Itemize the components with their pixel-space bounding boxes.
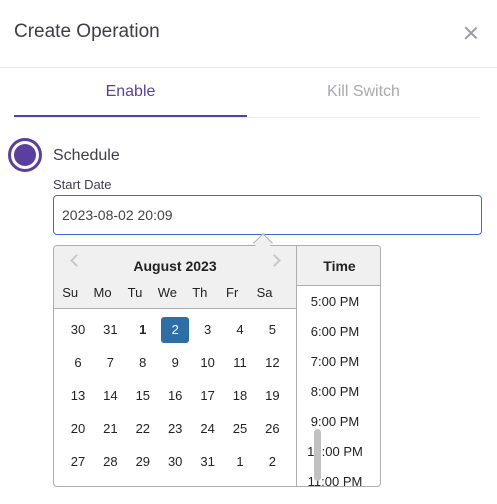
calendar-day[interactable]: 20 — [64, 416, 92, 442]
calendar-day[interactable]: 31 — [194, 449, 222, 475]
month-label: August 2023 — [133, 258, 217, 274]
calendar-day[interactable]: 6 — [64, 350, 92, 376]
calendar-day[interactable]: 10 — [194, 350, 222, 376]
calendar-day[interactable]: 15 — [129, 383, 157, 409]
tab-kill-switch[interactable]: Kill Switch — [247, 70, 480, 117]
start-date-label: Start Date — [53, 177, 112, 192]
calendar-day[interactable]: 11 — [226, 350, 254, 376]
calendar-day[interactable]: 8 — [129, 350, 157, 376]
next-month-icon[interactable] — [268, 252, 284, 268]
calendar-day[interactable]: 12 — [258, 350, 286, 376]
tab-bar: Enable Kill Switch — [14, 70, 480, 118]
calendar-day[interactable]: 1 — [226, 449, 254, 475]
time-list[interactable]: 5:00 PM 6:00 PM 7:00 PM 8:00 PM 9:00 PM 10:00… — [297, 287, 380, 486]
time-option[interactable]: 7:00 PM — [297, 347, 373, 377]
calendar-day[interactable]: 24 — [194, 416, 222, 442]
time-option[interactable]: 11:00 PM — [297, 467, 373, 486]
calendar-day[interactable]: 18 — [226, 383, 254, 409]
weekday-row: Su Mo Tu We Th Fr Sa — [54, 285, 296, 305]
calendar-day[interactable]: 2 — [258, 449, 286, 475]
radio-selected-dot — [14, 144, 36, 166]
calendar-day[interactable]: 14 — [96, 383, 124, 409]
time-option[interactable]: 9:00 PM — [297, 407, 373, 437]
weekday-label: Mo — [93, 285, 112, 300]
calendar-day[interactable]: 28 — [96, 449, 124, 475]
calendar-day[interactable]: 21 — [96, 416, 124, 442]
weekday-label: Su — [62, 285, 79, 300]
weekday-label: Fr — [226, 285, 239, 300]
calendar-day[interactable]: 2 — [161, 317, 190, 343]
calendar-day[interactable]: 16 — [161, 383, 189, 409]
calendar-day[interactable]: 1 — [129, 317, 157, 343]
calendar-day[interactable]: 26 — [258, 416, 286, 442]
calendar-header: August 2023 Su Mo Tu We Th Fr Sa — [54, 246, 296, 309]
calendar-day[interactable]: 31 — [96, 317, 124, 343]
dialog-title: Create Operation — [14, 21, 160, 42]
date-time-picker: August 2023 Su Mo Tu We Th Fr Sa 30 31 1 2 3 4 5 6 7 8 9… — [53, 245, 381, 487]
calendar-day[interactable]: 29 — [129, 449, 157, 475]
schedule-radio[interactable] — [8, 138, 42, 172]
weekday-label: Th — [192, 285, 208, 300]
calendar-day[interactable]: 5 — [258, 317, 286, 343]
schedule-label: Schedule — [53, 147, 120, 164]
time-column: Time 5:00 PM 6:00 PM 7:00 PM 8:00 PM 9:00 PM… — [296, 246, 380, 486]
calendar-day[interactable]: 22 — [129, 416, 157, 442]
close-icon[interactable] — [458, 20, 484, 46]
calendar-day[interactable]: 7 — [96, 350, 124, 376]
weekday-label: Tu — [127, 285, 143, 300]
weekday-label: We — [157, 285, 178, 300]
calendar-day[interactable]: 3 — [194, 317, 222, 343]
calendar-day[interactable]: 19 — [258, 383, 286, 409]
weekday-label: Sa — [256, 285, 273, 300]
calendar-days: 30 31 1 2 3 4 5 6 7 8 9 10 11 12 13 14 15 16 17 18 19 20 21 22 2… — [54, 317, 296, 485]
calendar-day[interactable]: 9 — [161, 350, 189, 376]
time-option[interactable]: 5:00 PM — [297, 287, 373, 317]
tab-enable[interactable]: Enable — [14, 70, 247, 117]
time-scrollbar[interactable] — [314, 429, 321, 481]
calendar-day[interactable]: 4 — [226, 317, 254, 343]
calendar-day[interactable]: 30 — [161, 449, 189, 475]
time-option[interactable]: 8:00 PM — [297, 377, 373, 407]
calendar-day[interactable]: 27 — [64, 449, 92, 475]
calendar-day[interactable]: 25 — [226, 416, 254, 442]
dialog-header: Create Operation — [0, 0, 497, 68]
time-option[interactable]: 6:00 PM — [297, 317, 373, 347]
calendar-day[interactable]: 23 — [161, 416, 189, 442]
calendar-day[interactable]: 30 — [64, 317, 92, 343]
calendar-day[interactable]: 13 — [64, 383, 92, 409]
time-option[interactable]: 10:00 PM — [297, 437, 373, 467]
time-header: Time — [297, 246, 380, 286]
start-date-input[interactable] — [53, 195, 482, 235]
calendar-day[interactable]: 17 — [194, 383, 222, 409]
